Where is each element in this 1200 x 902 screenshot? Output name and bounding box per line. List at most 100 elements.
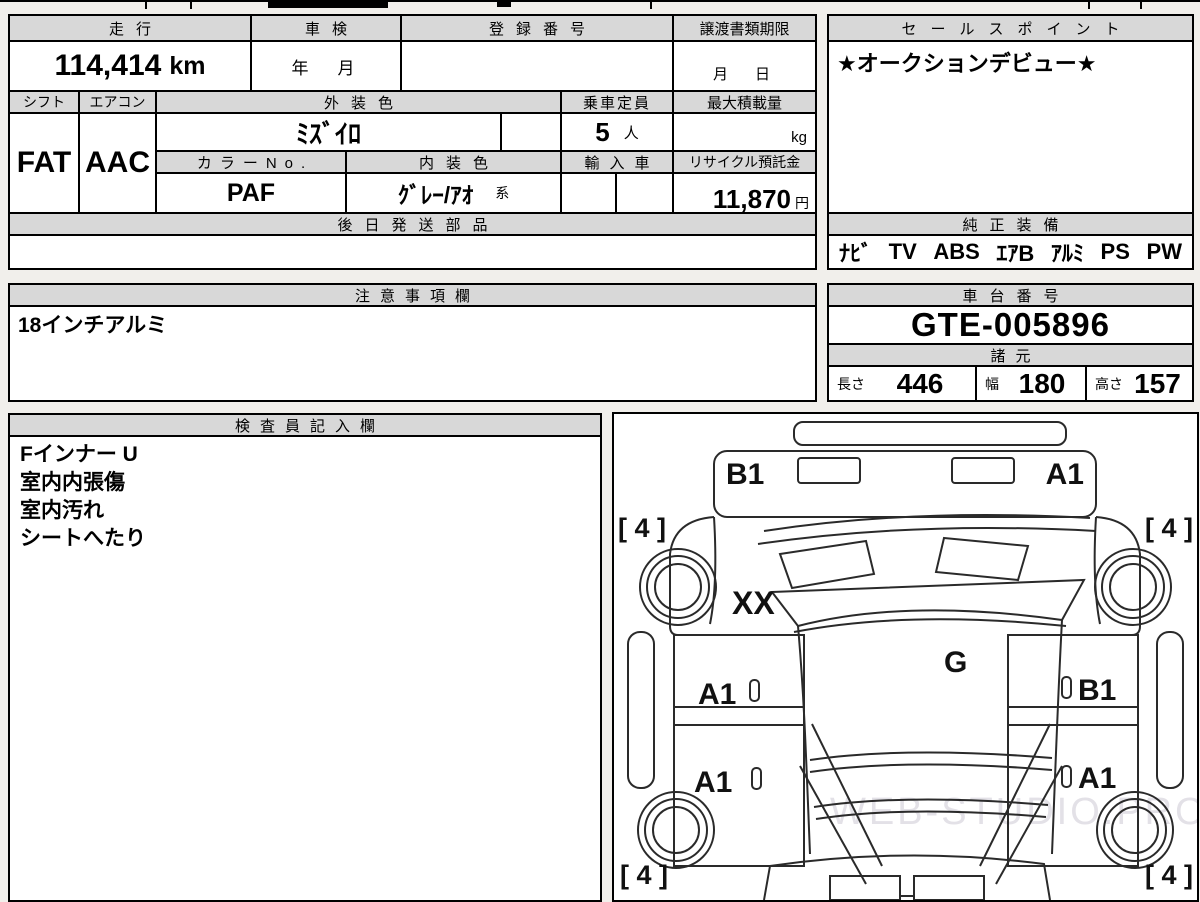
top-divider <box>190 0 192 9</box>
spec-width-label: 幅 <box>985 375 999 392</box>
wheel-rear-left <box>644 798 708 862</box>
top-divider <box>145 0 147 9</box>
spec-height-value: 157 <box>1134 367 1181 399</box>
spec-length: 長さ 446 <box>827 365 977 402</box>
wheel-front-right <box>1094 548 1172 626</box>
label-tire-front-right: [ 4 ] <box>1145 513 1193 543</box>
door-handle-front-right <box>1061 676 1072 699</box>
wheel-front-right <box>1101 555 1165 619</box>
label-door-rear-right: A1 <box>1078 762 1116 795</box>
recycle-deposit-header: リサイクル預託金 <box>672 150 817 174</box>
registration-value <box>400 40 674 92</box>
interior-color-text: ｸﾞﾚｰ/ｱｵ <box>397 182 474 208</box>
inspector-line: 室内内張傷 <box>20 471 125 494</box>
genuine-equipment-value: ﾅﾋﾞ TV ABS ｴｱB ｱﾙﾐ PS PW <box>827 234 1194 270</box>
spec-length-value: 446 <box>896 367 944 399</box>
wheel-front-left <box>646 555 710 619</box>
label-front-left: B1 <box>726 458 764 491</box>
car-diagram: WEB-STUDIO.PRO B1 A1 [4] [4] XX G A1… <box>612 412 1199 902</box>
exterior-color-header: 外装色 <box>155 90 562 114</box>
aircon-value: AAC <box>78 112 157 214</box>
front-section <box>713 450 1097 518</box>
inspector-header: 検査員記入欄 <box>8 413 602 437</box>
car-top-view: WEB-STUDIO.PRO B1 A1 [4] [4] XX G A1… <box>618 421 1197 900</box>
label-door-front-left: A1 <box>698 678 736 711</box>
equipment-pw: PW <box>1146 239 1182 264</box>
door-handle-front-left <box>749 679 760 702</box>
shaken-header: 車検 <box>250 14 402 42</box>
inspector-line: シートへたり <box>20 527 146 550</box>
wheel-rear-left <box>652 806 700 854</box>
equipment-ps: PS <box>1100 239 1130 264</box>
wiper-zone-left <box>778 539 876 590</box>
shift-header: シフト <box>8 90 80 114</box>
capacity-number: 5 <box>595 116 610 147</box>
genuine-equipment-header: 純正装備 <box>827 212 1194 236</box>
max-load-value: kg <box>672 112 817 152</box>
roof-front-edge <box>793 618 1067 633</box>
capacity-value: 5 人 <box>560 112 674 152</box>
wheel-front-left <box>639 548 717 626</box>
inspector-line: Fインナー U <box>20 443 138 466</box>
spec-height: 高さ 157 <box>1085 365 1194 402</box>
mileage-header: 走行 <box>8 14 252 42</box>
recycle-deposit-value: 11,870 円 <box>672 172 817 214</box>
imported-header: 輸入車 <box>560 150 674 174</box>
recycle-deposit-unit: 円 <box>795 195 809 211</box>
auction-sheet: { "colors": { "header_bg": "#d8d8d8", "p… <box>0 0 1200 902</box>
top-divider <box>1088 0 1090 9</box>
mileage-number: 114,414 <box>54 49 162 82</box>
roof-band <box>809 751 1053 761</box>
wheel-front-right <box>1109 563 1157 611</box>
equipment-airbag: ｴｱB <box>996 241 1035 266</box>
recycle-deposit-number: 11,870 <box>712 184 791 214</box>
color-no-header: カラーNo. <box>155 150 347 174</box>
imported-value-2 <box>615 172 674 214</box>
later-parts-header: 後日発送部品 <box>8 212 817 236</box>
max-load-unit: kg <box>791 129 807 146</box>
notes-header: 注意事項欄 <box>8 283 817 307</box>
door-column-left <box>673 634 805 867</box>
max-load-header: 最大積載量 <box>672 90 817 114</box>
tail-light-left <box>829 875 901 900</box>
notes-value: 18インチアルミ <box>8 305 817 402</box>
imported-value-1 <box>560 172 617 214</box>
inspector-notes: Fインナー U 室内内張傷 室内汚れ シートへたり <box>8 435 602 902</box>
shift-value: FAT <box>8 112 80 214</box>
door-crease-right <box>1008 706 1138 726</box>
side-sill-right <box>1156 631 1184 789</box>
top-border-line <box>0 0 1200 2</box>
shaken-value: 年 月 <box>250 40 402 92</box>
label-tire-rear-right: [ 4 ] <box>1145 860 1193 890</box>
side-sill-left <box>627 631 655 789</box>
clipped-text-fragment <box>268 2 388 8</box>
label-tire-front-left: [ 4 ] <box>618 513 666 543</box>
label-glass: G <box>944 646 967 679</box>
equipment-tv: TV <box>888 239 917 264</box>
sales-point-value: ★オークションデビュー★ <box>827 40 1194 214</box>
transfer-deadline-value: 月 日 <box>672 40 817 92</box>
clipped-text-fragment <box>497 2 511 7</box>
equipment-abs: ABS <box>933 239 980 264</box>
exterior-color-value: ﾐｽﾞｲﾛ <box>155 112 502 152</box>
chassis-no-value: GTE-005896 <box>827 305 1194 345</box>
specs-header: 諸元 <box>827 343 1194 367</box>
label-front-right: A1 <box>1046 458 1084 491</box>
registration-header: 登録番号 <box>400 14 674 42</box>
color-no-value: PAF <box>155 172 347 214</box>
wiper-zone-right <box>934 536 1030 582</box>
top-divider <box>650 0 652 9</box>
door-handle-rear-left <box>751 767 762 790</box>
tail-light-right <box>913 875 985 900</box>
aircon-header: エアコン <box>78 90 157 114</box>
door-handle-rear-right <box>1061 765 1072 788</box>
sales-point-header: セールスポイント <box>827 14 1194 42</box>
equipment-alloy: ｱﾙﾐ <box>1050 241 1084 266</box>
spec-height-label: 高さ <box>1095 375 1123 392</box>
label-door-rear-left: A1 <box>694 766 732 799</box>
inspector-line: 室内汚れ <box>20 499 104 522</box>
mileage-unit: km <box>169 51 206 80</box>
interior-color-suffix: 系 <box>495 185 510 201</box>
exterior-color-subcell <box>500 112 562 152</box>
interior-color-value: ｸﾞﾚｰ/ｱｵ 系 <box>345 172 562 214</box>
